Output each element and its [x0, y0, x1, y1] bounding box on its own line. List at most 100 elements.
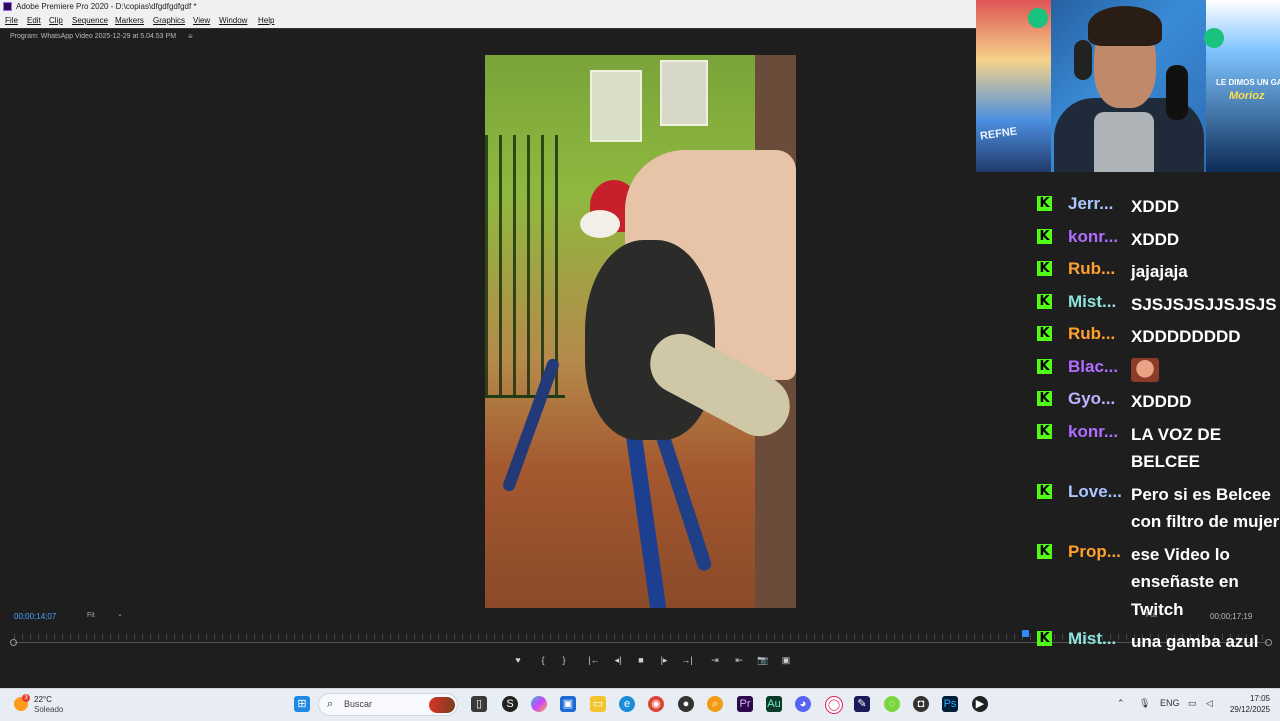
- kick-badge-icon: K: [1037, 228, 1052, 244]
- logo-icon: [1028, 8, 1048, 28]
- task-view-icon[interactable]: ▯: [471, 696, 487, 712]
- chat-username: Blac...: [1068, 356, 1119, 376]
- chat-text: ese Video lo enseñaste en Twitch: [1131, 544, 1239, 619]
- chat-username: Rub...: [1068, 324, 1116, 343]
- media-player-icon[interactable]: ▶: [972, 696, 988, 712]
- menu-window[interactable]: Window: [219, 13, 247, 28]
- step-forward-icon[interactable]: |▸: [656, 654, 672, 666]
- webcam-overlay: LE DIMOS UN GA Morioz REFNE: [976, 0, 1280, 172]
- discord-icon[interactable]: ◕: [795, 696, 811, 712]
- go-to-in-icon[interactable]: |←: [586, 654, 602, 666]
- app-s-icon[interactable]: S: [502, 696, 518, 712]
- weather-badge: 3: [22, 694, 30, 702]
- kick-badge-icon: K: [1037, 196, 1052, 211]
- chat-text: Pero si es Belcee con filtro de mujer: [1131, 484, 1280, 532]
- windows-start-icon[interactable]: ⊞: [294, 696, 310, 712]
- premiere-taskbar-icon[interactable]: Pr: [737, 696, 753, 712]
- chat-message: K Mist... SJSJSJSJJSJSJS: [1037, 288, 1280, 321]
- audition-icon[interactable]: Au: [766, 696, 782, 712]
- weather-temperature[interactable]: 22°C: [34, 695, 52, 704]
- menu-help[interactable]: Help: [258, 13, 274, 28]
- video-frame[interactable]: [485, 55, 796, 608]
- volume-icon[interactable]: ◁: [1206, 698, 1213, 709]
- zoom-fit-select[interactable]: Fit: [87, 612, 95, 619]
- clock-date: 29/12/2025: [1229, 705, 1270, 714]
- kick-badge-icon: K: [1037, 631, 1052, 646]
- mark-in-icon[interactable]: {: [537, 654, 549, 666]
- chevron-down-icon[interactable]: ⌄: [117, 610, 123, 618]
- chat-text: LA VOZ DE BELCEE: [1131, 424, 1222, 472]
- search-app-icon[interactable]: ⌕: [707, 696, 723, 712]
- export-frame-icon[interactable]: 📷: [755, 654, 771, 666]
- clock[interactable]: 17:05 29/12/2025: [1224, 693, 1270, 715]
- obs-icon[interactable]: ●: [678, 696, 694, 712]
- stop-icon[interactable]: ■: [634, 654, 648, 666]
- weather-condition[interactable]: Soleado: [34, 705, 63, 714]
- kick-badge-icon: K: [1037, 391, 1052, 406]
- chrome-icon[interactable]: ◉: [648, 696, 664, 712]
- kick-badge-icon: K: [1037, 543, 1052, 559]
- microphone-tray-icon[interactable]: 🎙: [1139, 698, 1150, 709]
- go-to-out-icon[interactable]: →|: [679, 654, 695, 666]
- insert-icon[interactable]: ⇥: [707, 654, 723, 666]
- microphone-icon: [1166, 65, 1188, 120]
- network-icon[interactable]: ▭: [1188, 698, 1197, 709]
- kick-badge-icon: K: [1037, 293, 1052, 309]
- overwrite-icon[interactable]: ⇤: [731, 654, 747, 666]
- chat-username: Love...: [1068, 481, 1122, 501]
- chat-message: K Blac...: [1037, 353, 1280, 386]
- chat-overlay: K Jerr... XDDD K konr... XDDD K Rub... j…: [1037, 190, 1280, 678]
- mark-out-icon[interactable]: }: [558, 654, 570, 666]
- app-pen-icon[interactable]: ✎: [854, 696, 870, 712]
- search-icon: ⌕: [327, 698, 334, 710]
- wall-picture: [660, 60, 708, 126]
- chat-message: K Rub... XDDDDDDDD: [1037, 320, 1280, 353]
- chat-message: K Love... Pero si es Belcee con filtro d…: [1037, 478, 1280, 538]
- poster-text: Morioz: [1229, 90, 1265, 102]
- chat-message: K Jerr... XDDD: [1037, 190, 1280, 223]
- step-back-icon[interactable]: ◂|: [610, 654, 626, 666]
- store-icon[interactable]: ▣: [560, 696, 576, 712]
- chat-message: K konr... XDDD: [1037, 223, 1280, 256]
- poster-text: LE DIMOS UN GA: [1216, 78, 1280, 87]
- menu-file[interactable]: File: [5, 13, 18, 28]
- chat-message: K Prop... ese Video lo enseñaste en Twit…: [1037, 538, 1280, 626]
- menu-sequence[interactable]: Sequence: [72, 13, 108, 28]
- menu-markers[interactable]: Markers: [115, 13, 144, 28]
- panel-menu-icon[interactable]: ≡: [188, 32, 193, 41]
- chat-text: XDDD: [1131, 197, 1180, 216]
- kick-badge-icon: K: [1037, 358, 1052, 374]
- add-marker-icon[interactable]: ♥: [512, 654, 524, 666]
- menu-graphics[interactable]: Graphics: [153, 13, 185, 28]
- taskbar-search[interactable]: ⌕ Buscar: [318, 693, 458, 716]
- current-timecode[interactable]: 00;00;14;07: [14, 612, 56, 621]
- chat-username: konr...: [1068, 421, 1119, 441]
- photoshop-icon[interactable]: Ps: [942, 696, 958, 712]
- search-placeholder: Buscar: [344, 699, 373, 709]
- window-title: Adobe Premiere Pro 2020 - D:\copias\dfgd…: [16, 2, 197, 11]
- chat-text: XDDDD: [1131, 392, 1192, 411]
- streamer-hair: [1088, 6, 1162, 46]
- chat-text: XDDD: [1131, 229, 1180, 249]
- chat-text: SJSJSJSJJSJSJS: [1131, 294, 1277, 314]
- language-indicator[interactable]: ENG: [1160, 698, 1180, 708]
- chat-username: Prop...: [1068, 541, 1121, 561]
- menu-clip[interactable]: Clip: [49, 13, 63, 28]
- copilot-icon[interactable]: [531, 696, 547, 712]
- chat-username: Mist...: [1068, 291, 1117, 311]
- file-explorer-icon[interactable]: ▭: [590, 696, 606, 712]
- button-editor-icon[interactable]: ▣: [778, 654, 794, 666]
- menu-edit[interactable]: Edit: [27, 13, 41, 28]
- chat-app-icon[interactable]: ◌: [884, 696, 900, 712]
- chevron-up-icon[interactable]: ⌃: [1117, 698, 1125, 709]
- app-circle-icon[interactable]: ◯: [825, 696, 843, 714]
- chat-text: XDDDDDDDD: [1131, 327, 1241, 346]
- camera-app-icon[interactable]: ◘: [913, 696, 929, 712]
- playhead[interactable]: [1022, 630, 1029, 637]
- chat-username: konr...: [1068, 226, 1119, 246]
- kick-badge-icon: K: [1037, 326, 1052, 341]
- edge-icon[interactable]: e: [619, 696, 635, 712]
- chat-text: [1131, 356, 1280, 384]
- scrub-start-handle[interactable]: [10, 639, 17, 646]
- menu-view[interactable]: View: [193, 13, 210, 28]
